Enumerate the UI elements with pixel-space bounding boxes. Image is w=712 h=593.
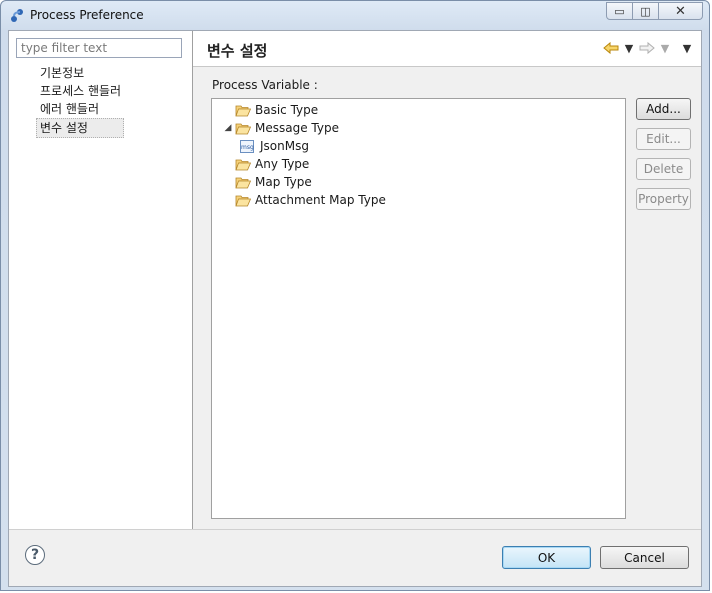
- preference-tree: 기본정보 프로세스 핸들러 에러 핸들러 변수 설정: [36, 64, 125, 138]
- folder-icon: [235, 157, 251, 171]
- message-icon: msg: [240, 139, 256, 153]
- back-button[interactable]: [603, 40, 619, 56]
- delete-button[interactable]: Delete: [636, 158, 691, 180]
- nav-item-label: 에러 핸들러: [40, 102, 100, 116]
- dropdown-arrow-icon: ▼: [624, 41, 634, 55]
- add-button[interactable]: Add...: [636, 98, 691, 120]
- tree-item-message-type[interactable]: ◢ Message Type: [221, 119, 339, 137]
- button-bar: ? OK Cancel: [9, 529, 701, 586]
- folder-icon: [235, 193, 251, 207]
- dialog-window: Process Preference ▭ ◫ ✕ 기본정보 프로세스 핸들러: [0, 0, 710, 591]
- nav-item-error-handler[interactable]: 에러 핸들러: [37, 100, 124, 118]
- tree-item-label: Message Type: [255, 121, 339, 135]
- tree-item-attachment-map-type[interactable]: Attachment Map Type: [221, 191, 386, 209]
- expanded-arrow-icon[interactable]: ◢: [221, 123, 235, 133]
- edit-button[interactable]: Edit...: [636, 128, 691, 150]
- nav-item-basic-info[interactable]: 기본정보: [37, 64, 124, 82]
- close-icon: ✕: [675, 3, 686, 19]
- cancel-button[interactable]: Cancel: [600, 546, 689, 569]
- process-variable-label: Process Variable :: [212, 78, 318, 92]
- tree-item-label: Map Type: [255, 175, 312, 189]
- dialog-client: 기본정보 프로세스 핸들러 에러 핸들러 변수 설정 변수 설정: [8, 30, 702, 587]
- nav-item-label: 프로세스 핸들러: [40, 84, 122, 98]
- tree-item-jsonmsg[interactable]: msg JsonMsg: [240, 137, 309, 155]
- property-button[interactable]: Property: [636, 188, 691, 210]
- preference-page: 변수 설정 ▼ ▼ ▼ Process Variable: Basic Typ…: [193, 31, 701, 529]
- folder-icon: [235, 121, 251, 135]
- nav-item-label: 기본정보: [40, 66, 85, 80]
- nav-item-label: 변수 설정: [40, 121, 88, 135]
- tree-item-basic-type[interactable]: Basic Type: [221, 101, 318, 119]
- ok-button[interactable]: OK: [502, 546, 591, 569]
- view-menu-button[interactable]: ▼: [679, 40, 695, 56]
- nav-item-variable-settings[interactable]: 변수 설정: [36, 118, 125, 138]
- help-icon[interactable]: ?: [25, 545, 45, 565]
- filter-input[interactable]: [16, 38, 182, 58]
- maximize-icon: ◫: [640, 4, 651, 18]
- tree-item-label: Attachment Map Type: [255, 193, 386, 207]
- forward-menu-button[interactable]: ▼: [657, 40, 673, 56]
- variable-tree[interactable]: Basic Type ◢ Message Type msg JsonMsg An…: [211, 98, 626, 519]
- forward-button[interactable]: [639, 40, 655, 56]
- forward-arrow-icon: [639, 41, 655, 55]
- tree-item-any-type[interactable]: Any Type: [221, 155, 309, 173]
- window-title: Process Preference: [30, 8, 144, 22]
- tree-item-map-type[interactable]: Map Type: [221, 173, 312, 191]
- maximize-button[interactable]: ◫: [633, 2, 659, 20]
- page-title: 변수 설정: [207, 42, 268, 60]
- app-icon: [11, 9, 23, 22]
- folder-icon: [235, 103, 251, 117]
- tree-item-label: JsonMsg: [260, 139, 309, 153]
- window-controls: ▭ ◫ ✕: [606, 2, 703, 20]
- history-toolbar: ▼ ▼ ▼: [603, 40, 695, 56]
- view-menu-icon: ▼: [682, 41, 692, 55]
- tree-item-label: Any Type: [255, 157, 310, 171]
- page-header: 변수 설정 ▼ ▼ ▼: [193, 31, 701, 67]
- preference-nav-pane: 기본정보 프로세스 핸들러 에러 핸들러 변수 설정: [9, 31, 193, 529]
- minimize-icon: ▭: [614, 4, 625, 18]
- folder-icon: [235, 175, 251, 189]
- back-arrow-icon: [603, 41, 619, 55]
- tree-item-label: Basic Type: [255, 103, 319, 117]
- nav-item-process-handler[interactable]: 프로세스 핸들러: [37, 82, 124, 100]
- title-bar[interactable]: Process Preference ▭ ◫ ✕: [1, 1, 709, 29]
- back-menu-button[interactable]: ▼: [621, 40, 637, 56]
- minimize-button[interactable]: ▭: [606, 2, 633, 20]
- dropdown-arrow-icon: ▼: [660, 41, 670, 55]
- close-button[interactable]: ✕: [659, 2, 703, 20]
